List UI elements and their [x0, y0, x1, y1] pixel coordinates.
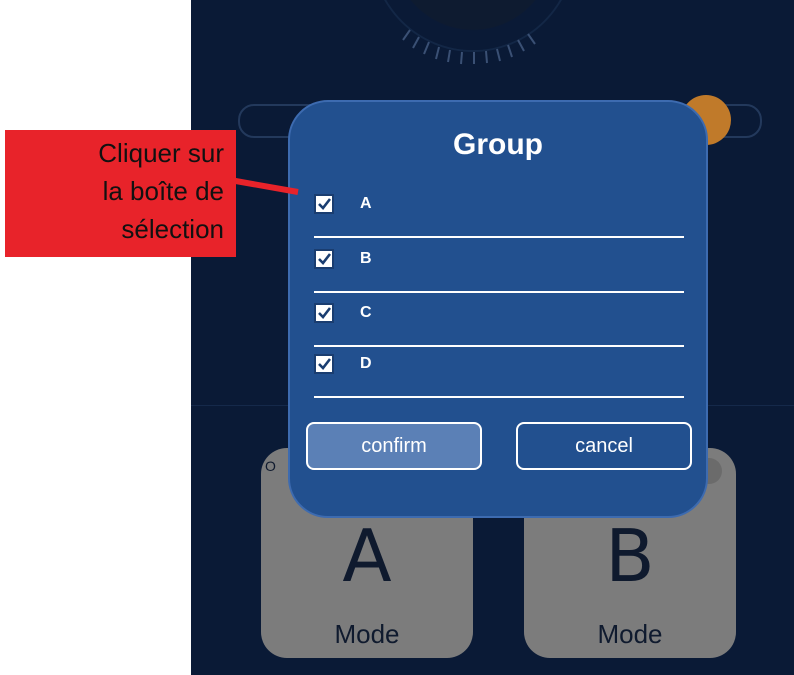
annotation-pointer — [229, 177, 299, 195]
